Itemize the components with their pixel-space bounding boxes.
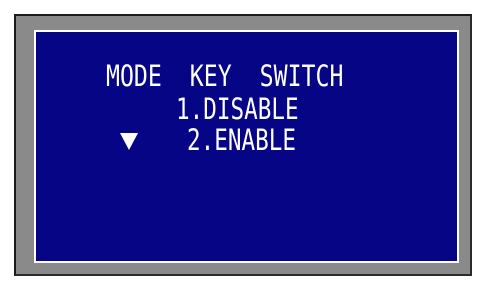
menu-option-disable[interactable]: 1.DISABLE [176, 95, 299, 124]
menu-title: MODE KEY SWITCH [106, 59, 344, 93]
lcd-screen: MODE KEY SWITCH 1.DISABLE 2.ENABLE [34, 30, 459, 263]
down-triangle-icon [120, 133, 138, 150]
menu-option-enable[interactable]: 2.ENABLE [187, 126, 296, 155]
